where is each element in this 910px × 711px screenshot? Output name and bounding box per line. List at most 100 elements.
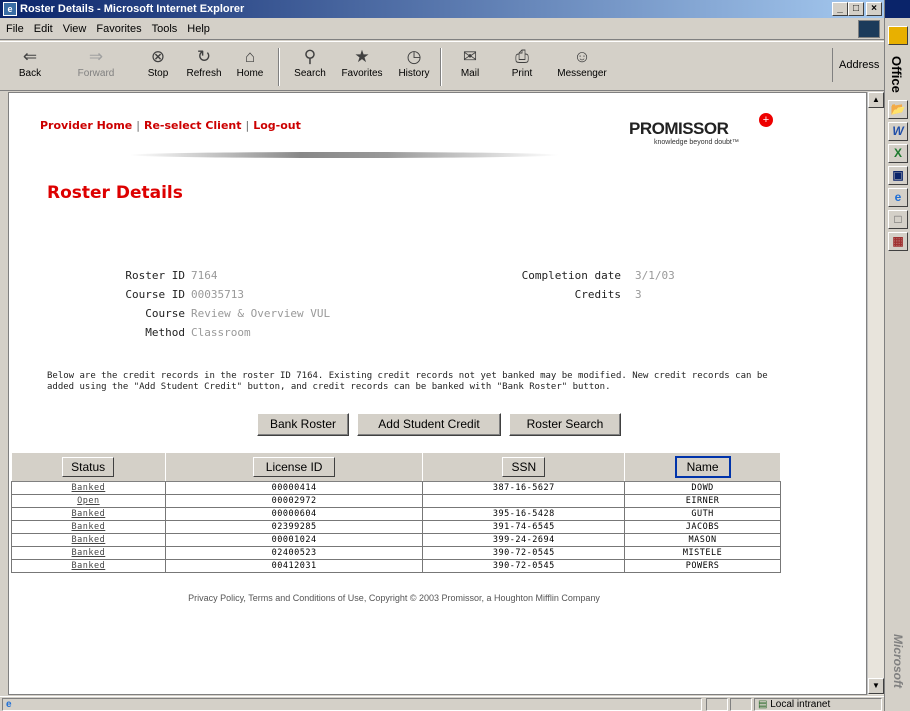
license-id-header: License ID: [165, 453, 424, 482]
back-button[interactable]: ⇐ Back: [6, 46, 54, 79]
folder-icon[interactable]: 📂: [888, 100, 908, 119]
excel-icon[interactable]: X: [888, 144, 908, 163]
bank-roster-button[interactable]: Bank Roster: [257, 413, 349, 436]
ssn-header: SSN: [422, 453, 626, 482]
page-title: Roster Details: [47, 183, 183, 203]
menu-edit[interactable]: Edit: [34, 23, 53, 35]
print-button[interactable]: ⎙ Print: [498, 46, 546, 79]
access-icon[interactable]: ▦: [888, 232, 908, 251]
stop-icon: ⊗: [150, 47, 166, 66]
table-row: Banked 00000414 387-16-5627 DOWD: [11, 480, 781, 495]
notepad-icon[interactable]: □: [888, 210, 908, 229]
ssn-cell: 391-74-6545: [422, 519, 626, 534]
outlook-icon[interactable]: ▣: [888, 166, 908, 185]
header-divider: [129, 152, 559, 158]
status-link[interactable]: Banked: [72, 509, 106, 519]
completion-date-value: 3/1/03: [635, 269, 675, 282]
status-link[interactable]: Banked: [72, 561, 106, 571]
status-link[interactable]: Banked: [72, 535, 106, 545]
nav-divider: |: [136, 119, 140, 132]
messenger-button[interactable]: ☺ Messenger: [552, 46, 612, 79]
office-bar-header: [885, 0, 910, 18]
course-id-value: 00035713: [191, 288, 244, 301]
messenger-icon: ☺: [573, 47, 591, 66]
name-cell: MISTELE: [624, 545, 781, 560]
name-header: Name: [624, 453, 781, 482]
minimize-button[interactable]: _: [832, 2, 848, 16]
ssn-cell: 399-24-2694: [422, 532, 626, 547]
name-cell: GUTH: [624, 506, 781, 521]
microsoft-brand: Microsoft: [891, 634, 905, 688]
scroll-up-icon[interactable]: ▲: [868, 92, 884, 108]
refresh-icon: ↻: [196, 47, 212, 66]
home-button[interactable]: ⌂ Home: [226, 46, 274, 79]
status-link[interactable]: Open: [77, 496, 99, 506]
top-nav: Provider Home | Re-select Client | Log-out: [40, 119, 301, 132]
mail-button[interactable]: ✉ Mail: [446, 46, 494, 79]
name-cell: JACOBS: [624, 519, 781, 534]
refresh-button[interactable]: ↻ Refresh: [180, 46, 228, 79]
menu-help[interactable]: Help: [187, 23, 210, 35]
stop-button[interactable]: ⊗ Stop: [134, 46, 182, 79]
name-sort-button[interactable]: Name: [674, 455, 731, 478]
ssn-cell: 390-72-0545: [422, 545, 626, 560]
reselect-client-link[interactable]: Re-select Client: [144, 119, 242, 132]
logo-mark-icon: +: [759, 113, 773, 127]
license-id-cell: 00412031: [164, 558, 424, 573]
favorites-button[interactable]: ★ Favorites: [338, 46, 386, 79]
table-row: Open 00002972 EIRNER: [11, 493, 781, 508]
menu-favorites[interactable]: Favorites: [96, 23, 141, 35]
toolbar-separator: [440, 48, 442, 86]
status-sort-button[interactable]: Status: [62, 456, 115, 477]
add-student-credit-button[interactable]: Add Student Credit: [357, 413, 501, 436]
roster-id-label: Roster ID: [125, 269, 185, 282]
status-link[interactable]: Banked: [72, 522, 106, 532]
status-link[interactable]: Banked: [72, 483, 106, 493]
history-button[interactable]: ◷ History: [390, 46, 438, 79]
favorites-icon: ★: [354, 47, 370, 66]
back-arrow-icon: ⇐: [22, 47, 38, 66]
status-link[interactable]: Banked: [72, 548, 106, 558]
zone-label: Local intranet: [770, 699, 831, 710]
vertical-scrollbar[interactable]: ▲ ▼: [867, 92, 884, 695]
maximize-button[interactable]: □: [848, 2, 864, 16]
provider-home-link[interactable]: Provider Home: [40, 119, 132, 132]
method-value: Classroom: [191, 326, 251, 339]
page-viewport: Provider Home | Re-select Client | Log-out P…: [8, 92, 867, 695]
completion-date-label: Completion date: [521, 269, 621, 282]
menu-view[interactable]: View: [63, 23, 87, 35]
name-cell: MASON: [624, 532, 781, 547]
close-button[interactable]: ×: [866, 2, 882, 16]
name-cell: DOWD: [624, 480, 781, 495]
ssn-sort-button[interactable]: SSN: [502, 456, 546, 477]
logout-link[interactable]: Log-out: [253, 119, 301, 132]
license-id-sort-button[interactable]: License ID: [252, 456, 336, 477]
table-row: Banked 00001024 399-24-2694 MASON: [11, 532, 781, 547]
search-button[interactable]: ⚲ Search: [286, 46, 334, 79]
license-id-cell: 00001024: [164, 532, 424, 547]
printer-icon: ⎙: [515, 47, 529, 66]
ie-window-icon: e: [3, 2, 17, 16]
status-header: Status: [11, 453, 166, 482]
intranet-icon: ▤: [758, 699, 768, 710]
roster-search-button[interactable]: Roster Search: [509, 413, 621, 436]
office-label: Office: [889, 56, 904, 93]
windows-logo-icon: [858, 20, 880, 38]
address-label[interactable]: Address: [832, 48, 880, 82]
history-icon: ◷: [406, 47, 422, 66]
menu-file[interactable]: File: [6, 23, 24, 35]
scroll-down-icon[interactable]: ▼: [868, 678, 884, 694]
word-icon[interactable]: W: [888, 122, 908, 141]
table-row: Banked 02400523 390-72-0545 MISTELE: [11, 545, 781, 560]
status-panel: [730, 698, 752, 711]
office-menu-icon[interactable]: [888, 26, 908, 45]
table-row: Banked 02399285 391-74-6545 JACOBS: [11, 519, 781, 534]
menu-bar: File Edit View Favorites Tools Help: [0, 18, 884, 40]
internet-explorer-icon[interactable]: e: [888, 188, 908, 207]
license-id-cell: 00000414: [164, 480, 424, 495]
menu-tools[interactable]: Tools: [152, 23, 178, 35]
course-value: Review & Overview VUL: [191, 307, 331, 320]
ssn-cell: 390-72-0545: [422, 558, 626, 573]
forward-button[interactable]: ⇒ Forward: [72, 46, 120, 79]
toolbar-separator: [278, 48, 280, 86]
